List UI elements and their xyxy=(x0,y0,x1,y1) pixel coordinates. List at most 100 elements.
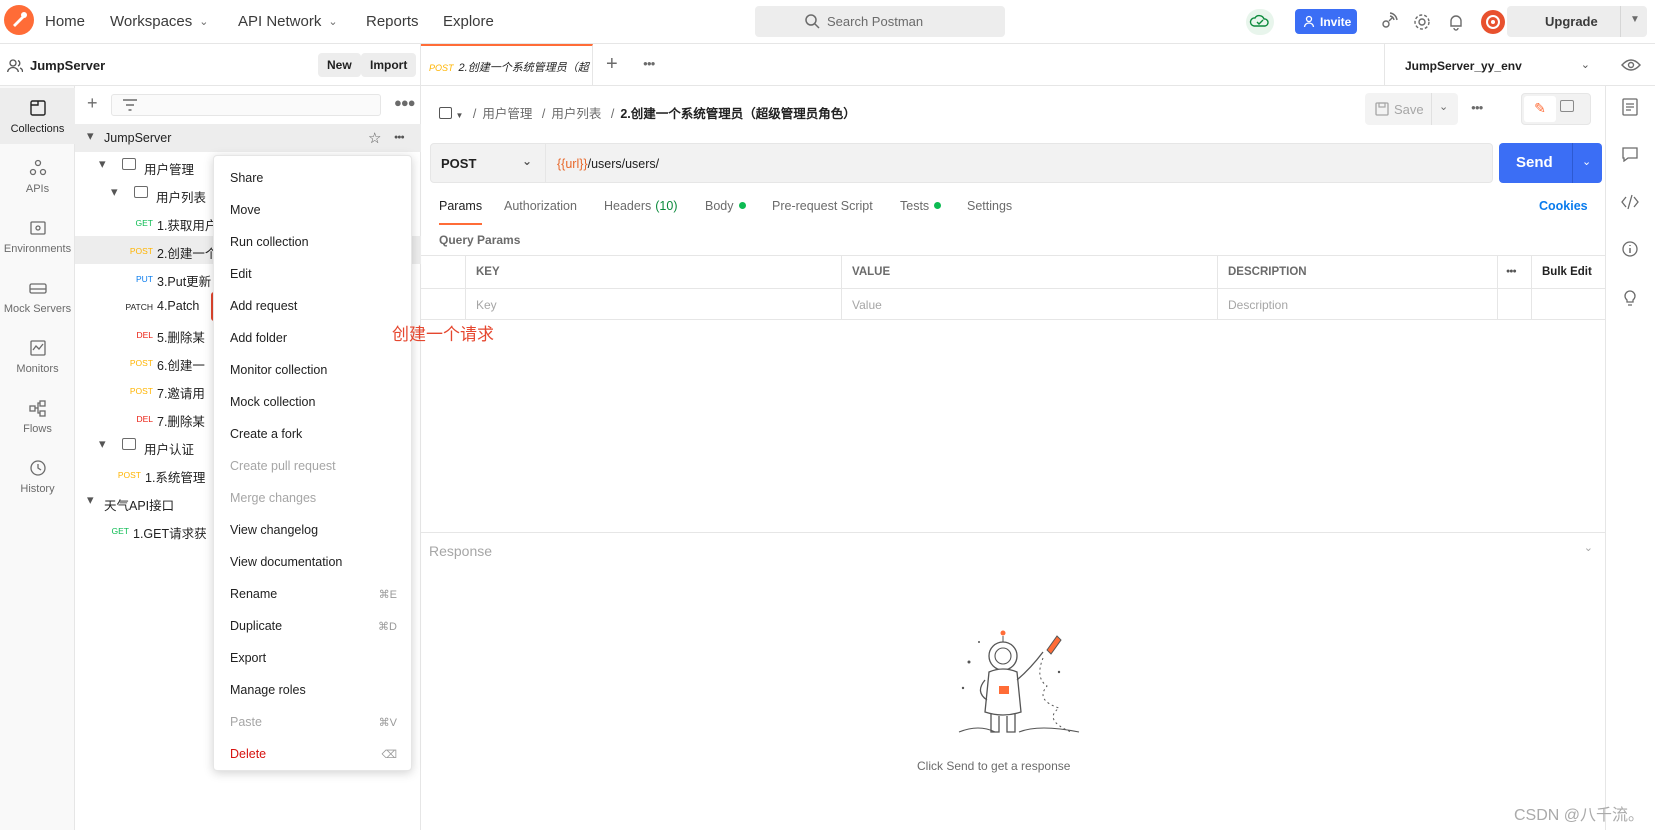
menu-item-monitor-collection[interactable]: Monitor collection xyxy=(214,354,413,386)
bell-icon[interactable] xyxy=(1446,12,1466,32)
tab-settings[interactable]: Settings xyxy=(967,199,1012,213)
tab-options-icon[interactable]: ●●● xyxy=(643,59,655,68)
new-button[interactable]: New xyxy=(318,53,361,77)
response-pane: Response ⌄ Click Send to get a response xyxy=(421,532,1605,830)
request-tab[interactable]: POST 2.创建一个系统管理员（超 xyxy=(421,44,593,86)
menu-item-label: Merge changes xyxy=(230,491,317,505)
menu-item-create-pull-request: Create pull request xyxy=(214,450,413,482)
tree-label: 4.Patch xyxy=(157,299,200,313)
rail-environments[interactable]: Environments xyxy=(0,208,75,264)
upgrade-button[interactable]: Upgrade ▼ xyxy=(1507,6,1647,37)
search-bar[interactable]: Search Postman xyxy=(755,6,1005,37)
chevron-down-icon[interactable]: ⌄ xyxy=(1582,155,1591,168)
menu-item-view-changelog[interactable]: View changelog xyxy=(214,514,413,546)
comments-icon[interactable] xyxy=(1622,146,1638,162)
key-input[interactable]: Key xyxy=(476,298,497,312)
rail-label: Mock Servers xyxy=(3,303,72,315)
chevron-down-icon[interactable]: ▾ xyxy=(111,184,118,200)
chevron-down-icon[interactable]: ▾ xyxy=(87,492,94,508)
avatar[interactable] xyxy=(1481,10,1505,34)
tab-params[interactable]: Params xyxy=(439,199,483,225)
rail-monitors[interactable]: Monitors xyxy=(0,328,75,384)
menu-item-edit[interactable]: Edit xyxy=(214,258,413,290)
nav-api-network[interactable]: API Network ⌄ xyxy=(238,13,338,30)
comment-view-icon[interactable] xyxy=(1560,100,1574,112)
menu-item-export[interactable]: Export xyxy=(214,642,413,674)
menu-item-move[interactable]: Move xyxy=(214,194,413,226)
lightbulb-icon[interactable] xyxy=(1622,289,1638,306)
send-button[interactable]: Send ⌄ xyxy=(1499,143,1602,183)
add-icon[interactable]: + xyxy=(87,93,98,114)
menu-item-duplicate[interactable]: Duplicate ⌘D xyxy=(214,610,413,642)
chevron-down-icon[interactable]: ▾ xyxy=(99,436,106,452)
tab-pre-request-script[interactable]: Pre-request Script xyxy=(772,199,873,213)
sync-status-icon[interactable] xyxy=(1246,9,1274,35)
tab-authorization[interactable]: Authorization xyxy=(504,199,577,213)
rail-history[interactable]: History xyxy=(0,448,75,504)
postman-logo[interactable] xyxy=(4,5,34,35)
method-select[interactable]: POST ⌄ xyxy=(430,143,546,183)
nav-workspaces[interactable]: Workspaces ⌄ xyxy=(110,13,208,30)
tab-headers[interactable]: Headers (10) xyxy=(604,199,677,213)
breadcrumb-item[interactable]: 用户列表 xyxy=(551,107,601,121)
value-input[interactable]: Value xyxy=(852,298,882,312)
menu-item-view-documentation[interactable]: View documentation xyxy=(214,546,413,578)
new-tab-icon[interactable]: + xyxy=(606,53,618,76)
chevron-down-icon[interactable]: ⌄ xyxy=(1439,100,1448,113)
more-options-icon[interactable]: ●●● xyxy=(394,134,405,141)
menu-item-add-folder[interactable]: Add folder xyxy=(214,322,413,354)
menu-item-add-request[interactable]: Add request xyxy=(214,290,413,322)
url-input[interactable]: {{url}}/users/users/ xyxy=(546,143,1493,183)
filter-input[interactable] xyxy=(111,94,381,116)
menu-item-label: Manage roles xyxy=(230,683,306,697)
filter-icon[interactable] xyxy=(123,99,137,111)
menu-item-run-collection[interactable]: Run collection xyxy=(214,226,413,258)
invite-button[interactable]: Invite xyxy=(1295,9,1357,34)
satellite-icon[interactable] xyxy=(1378,12,1398,32)
collection-icon[interactable] xyxy=(439,107,452,119)
breadcrumb-item[interactable]: 用户管理 xyxy=(482,107,532,121)
rail-label: History xyxy=(20,483,55,495)
info-icon[interactable] xyxy=(1622,241,1638,257)
rail-flows[interactable]: Flows xyxy=(0,388,75,444)
import-button[interactable]: Import xyxy=(361,53,417,77)
code-icon[interactable] xyxy=(1621,194,1639,210)
more-options-icon[interactable]: ●●● xyxy=(394,95,416,110)
edit-icon[interactable]: ✎ xyxy=(1524,96,1556,122)
rail-collections[interactable]: Collections xyxy=(0,88,75,144)
star-icon[interactable]: ☆ xyxy=(368,129,381,147)
gear-icon[interactable] xyxy=(1412,12,1432,32)
nav-explore[interactable]: Explore xyxy=(443,13,494,30)
rail-label: Flows xyxy=(23,423,52,435)
tree-label: 天气API接口 xyxy=(104,499,175,513)
eye-icon[interactable] xyxy=(1621,57,1641,73)
nav-reports[interactable]: Reports xyxy=(366,13,419,30)
bulk-edit-button[interactable]: Bulk Edit xyxy=(1542,266,1592,278)
breadcrumb-current[interactable]: 2.创建一个系统管理员（超级管理员角色） xyxy=(620,107,855,121)
tab-tests[interactable]: Tests xyxy=(900,199,942,213)
chevron-down-icon[interactable]: ⌄ xyxy=(1584,541,1593,554)
menu-item-mock-collection[interactable]: Mock collection xyxy=(214,386,413,418)
menu-item-share[interactable]: Share xyxy=(214,162,413,194)
chevron-down-icon[interactable]: ▼ xyxy=(1630,14,1640,25)
rail-mock-servers[interactable]: Mock Servers xyxy=(0,268,75,324)
tab-body[interactable]: Body xyxy=(705,199,746,213)
workspace-name[interactable]: JumpServer xyxy=(30,58,105,73)
cookies-link[interactable]: Cookies xyxy=(1539,199,1588,213)
menu-item-create-a-fork[interactable]: Create a fork xyxy=(214,418,413,450)
tab-label: Params xyxy=(439,199,483,213)
description-input[interactable]: Description xyxy=(1228,298,1288,312)
menu-item-delete[interactable]: Delete ⌫ xyxy=(214,738,413,770)
menu-item-manage-roles[interactable]: Manage roles xyxy=(214,674,413,706)
menu-item-rename[interactable]: Rename ⌘E xyxy=(214,578,413,610)
save-button[interactable]: Save ⌄ xyxy=(1365,93,1458,125)
collection-item[interactable]: ▾ JumpServer ☆ ●●● xyxy=(75,124,421,152)
documentation-icon[interactable] xyxy=(1622,98,1638,116)
environment-selector[interactable]: JumpServer_yy_env ⌄ xyxy=(1384,44,1604,86)
chevron-down-icon[interactable]: ▾ xyxy=(99,156,106,172)
chevron-down-icon[interactable]: ▾ xyxy=(87,128,94,144)
column-options-icon[interactable]: ●●● xyxy=(1506,268,1517,275)
more-options-icon[interactable]: ●●● xyxy=(1471,103,1483,112)
nav-home[interactable]: Home xyxy=(45,13,85,30)
rail-apis[interactable]: APIs xyxy=(0,148,75,204)
